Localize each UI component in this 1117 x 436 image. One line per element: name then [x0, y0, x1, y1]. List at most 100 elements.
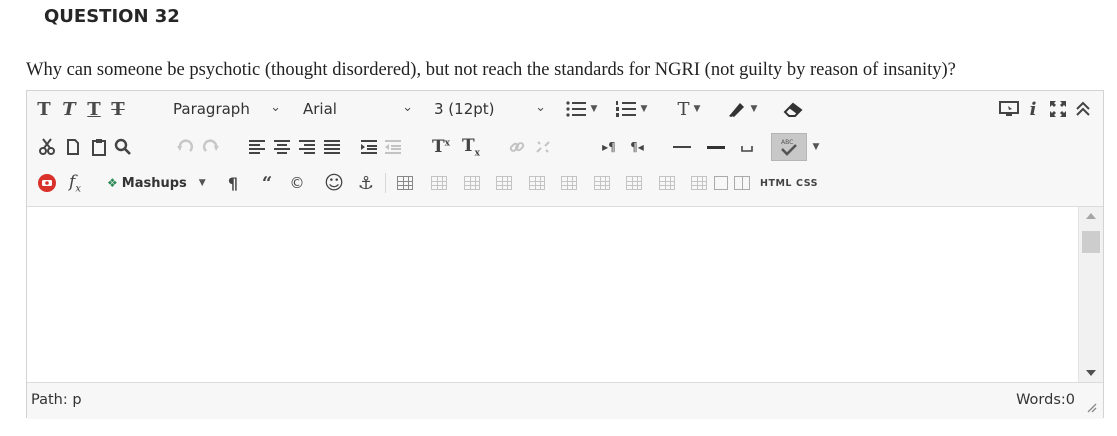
- copyright-icon: ©: [289, 174, 305, 192]
- row-after-icon: [529, 176, 545, 190]
- delete-col-button[interactable]: [655, 171, 679, 195]
- thick-rule-button[interactable]: [703, 135, 729, 159]
- insert-link-button[interactable]: [505, 135, 529, 159]
- highlight-color-button[interactable]: ▼: [720, 97, 764, 121]
- collapse-toolbar-button[interactable]: [1071, 97, 1095, 121]
- editor-scrollbar[interactable]: [1078, 207, 1103, 382]
- cut-button[interactable]: [35, 135, 59, 159]
- table-columns-button[interactable]: [731, 171, 753, 195]
- merge-cells-icon: [714, 176, 728, 190]
- copyright-button[interactable]: ©: [285, 171, 309, 195]
- align-right-icon: [299, 140, 315, 154]
- scroll-down-icon[interactable]: [1086, 370, 1096, 376]
- caret-down-icon: ▼: [693, 104, 701, 114]
- search-icon: [114, 138, 131, 155]
- col-before-icon: [594, 176, 610, 190]
- ltr-button[interactable]: ▸¶: [596, 135, 622, 159]
- align-center-button[interactable]: [270, 135, 294, 159]
- emoticon-button[interactable]: ☺: [321, 171, 347, 195]
- delete-col-icon: [659, 176, 675, 190]
- justify-button[interactable]: [320, 135, 344, 159]
- spellcheck-button[interactable]: ABC: [771, 133, 807, 161]
- underline-button[interactable]: T: [83, 97, 105, 121]
- caret-down-icon: ▼: [750, 104, 758, 114]
- col-after-icon: [626, 176, 642, 190]
- editor-content-area[interactable]: [27, 207, 1080, 382]
- size-select[interactable]: 3 (12pt) ⌄: [426, 96, 552, 122]
- merge-cells-button[interactable]: [711, 171, 731, 195]
- rtl-button[interactable]: ¶◂: [624, 135, 650, 159]
- spellcheck-dropdown[interactable]: ▼: [809, 135, 823, 159]
- split-cells-button[interactable]: [687, 171, 711, 195]
- preview-button[interactable]: [997, 97, 1021, 121]
- unlink-button[interactable]: [531, 135, 555, 159]
- copy-button[interactable]: [61, 135, 85, 159]
- insert-table-button[interactable]: [393, 171, 417, 195]
- subscript-icon: Tx: [461, 135, 481, 159]
- undo-button[interactable]: [173, 135, 197, 159]
- scroll-up-icon[interactable]: [1086, 213, 1096, 219]
- table-icon: [397, 176, 413, 190]
- resize-handle-icon[interactable]: [1085, 401, 1097, 413]
- toolbar-divider: [385, 173, 386, 193]
- table-row-props-button[interactable]: [427, 171, 451, 195]
- align-left-button[interactable]: [245, 135, 269, 159]
- horizontal-rule-button[interactable]: [669, 135, 695, 159]
- subscript-button[interactable]: Tx: [457, 135, 485, 159]
- highlighter-icon: [728, 103, 744, 117]
- indent-button[interactable]: [357, 135, 381, 159]
- align-right-button[interactable]: [295, 135, 319, 159]
- text-color-button[interactable]: T ▼: [669, 97, 709, 121]
- redo-button[interactable]: [199, 135, 223, 159]
- strikethrough-button[interactable]: T: [107, 97, 129, 121]
- italic-button[interactable]: T: [58, 97, 80, 121]
- bullet-list-button[interactable]: ▼: [559, 97, 603, 121]
- insert-row-before-button[interactable]: [492, 171, 516, 195]
- table-cell-props-button[interactable]: [460, 171, 484, 195]
- clear-formatting-button[interactable]: [780, 97, 808, 121]
- table-row-icon: [431, 176, 447, 190]
- superscript-button[interactable]: Tx: [427, 135, 455, 159]
- columns-icon: [734, 176, 750, 190]
- paste-button[interactable]: [87, 135, 111, 159]
- insert-row-after-button[interactable]: [525, 171, 549, 195]
- css-code-button[interactable]: CSS: [793, 171, 821, 195]
- insert-col-after-button[interactable]: [622, 171, 646, 195]
- undo-icon: [177, 139, 193, 152]
- font-select[interactable]: Arial ⌄: [297, 96, 419, 122]
- delete-row-button[interactable]: [557, 171, 581, 195]
- link-icon: [509, 142, 525, 152]
- scroll-thumb[interactable]: [1082, 231, 1100, 253]
- html-code-button[interactable]: HTML: [759, 171, 793, 195]
- info-button[interactable]: i: [1022, 97, 1044, 121]
- record-button[interactable]: [35, 171, 59, 195]
- bullet-list-icon: [565, 101, 586, 117]
- quote-icon: “: [261, 172, 273, 194]
- chevron-down-icon: ⌄: [402, 100, 413, 115]
- format-select[interactable]: Paragraph ⌄: [167, 96, 287, 122]
- nonbreaking-space-button[interactable]: [735, 135, 759, 159]
- indent-icon: [361, 140, 377, 154]
- paragraph-marks-button[interactable]: ¶: [221, 171, 245, 195]
- chevron-down-icon: ⌄: [270, 100, 281, 115]
- mashups-button[interactable]: ❖ Mashups ▼: [107, 171, 217, 195]
- justify-icon: [324, 140, 340, 154]
- find-button[interactable]: [111, 135, 135, 159]
- math-editor-button[interactable]: fx: [61, 171, 89, 195]
- text-color-icon: T: [677, 98, 690, 120]
- outdent-icon: [385, 140, 401, 154]
- numbered-list-button[interactable]: ▼: [609, 97, 653, 121]
- anchor-button[interactable]: ⚓: [353, 171, 379, 195]
- anchor-icon: ⚓: [357, 172, 375, 194]
- expand-icon: [1050, 101, 1066, 117]
- function-icon: fx: [69, 171, 81, 195]
- thick-line-icon: [707, 145, 725, 149]
- bold-button[interactable]: T: [33, 97, 55, 121]
- row-before-icon: [496, 176, 512, 190]
- unlink-icon: [536, 141, 550, 153]
- blockquote-button[interactable]: “: [255, 171, 279, 195]
- fullscreen-button[interactable]: [1046, 97, 1070, 121]
- outdent-button[interactable]: [381, 135, 405, 159]
- html-label: HTML: [760, 177, 792, 189]
- insert-col-before-button[interactable]: [590, 171, 614, 195]
